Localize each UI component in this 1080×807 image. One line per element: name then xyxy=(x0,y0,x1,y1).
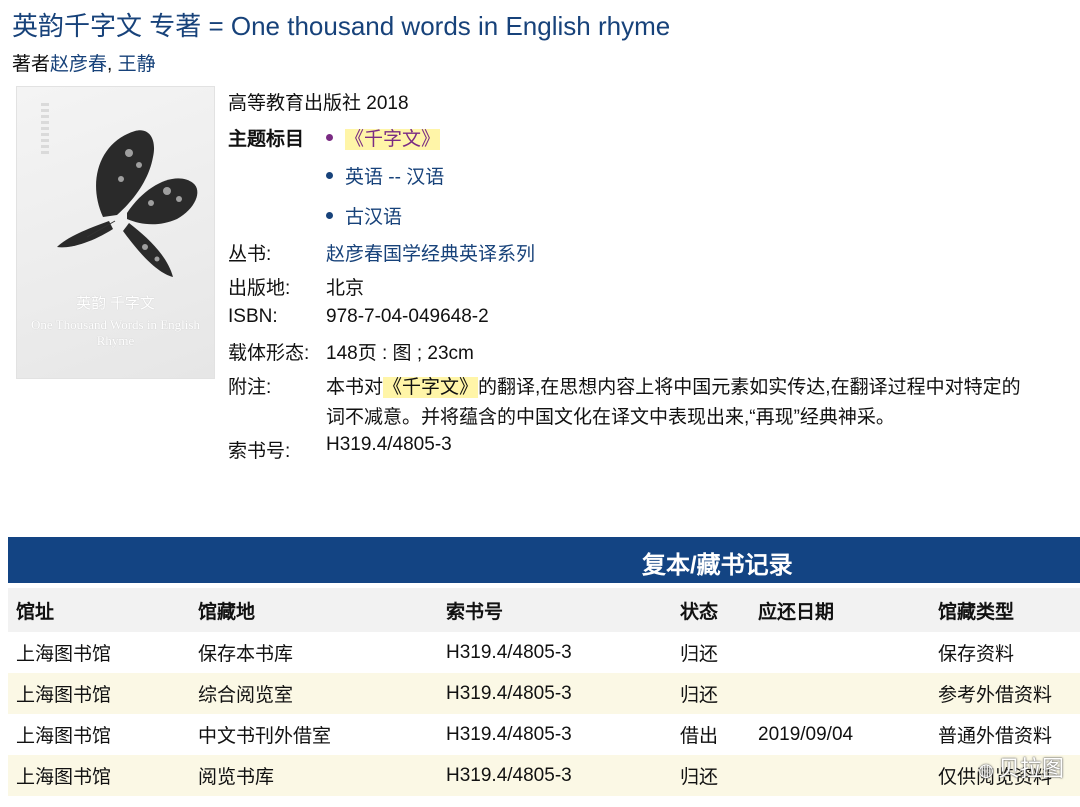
col-header-item-type: 馆藏类型 xyxy=(938,588,1080,632)
cell-due-date xyxy=(758,673,938,714)
publisher-line: 高等教育出版社 2018 xyxy=(228,93,409,114)
subject-link-qianziwen[interactable]: 《千字文》 xyxy=(345,129,441,150)
cell-item-type: 保存资料 xyxy=(938,632,1080,673)
col-header-call-number: 索书号 xyxy=(446,588,680,632)
cover-title: 英韵 千字文 xyxy=(76,296,155,312)
cover-subtitle: One Thousand Words in English Rhyme xyxy=(31,317,200,348)
subject-link-classical-chinese[interactable]: 古汉语 xyxy=(345,207,402,228)
table-row: 上海图书馆 阅览书库 H319.4/4805-3 归还 仅供阅览资料 xyxy=(8,755,1080,796)
series-link[interactable]: 赵彦春国学经典英译系列 xyxy=(326,239,535,266)
call-number-label: 索书号: xyxy=(228,441,291,462)
cell-item-type: 参考外借资料 xyxy=(938,673,1080,714)
chat-bubble-icon: ◍ xyxy=(978,760,994,780)
cell-library: 上海图书馆 xyxy=(8,714,198,755)
holdings-banner: 复本/藏书记录 xyxy=(8,537,1080,583)
authors-line: 著者赵彦春, 王静 xyxy=(12,49,156,76)
place-value: 北京 xyxy=(326,278,365,299)
author-link-2[interactable]: 王静 xyxy=(118,54,156,75)
subject-item-2: 英语 -- 汉语 xyxy=(326,162,444,189)
cell-due-date xyxy=(758,755,938,796)
cell-library: 上海图书馆 xyxy=(8,632,198,673)
isbn-value: 978-7-04-049648-2 xyxy=(326,306,489,327)
note-highlight: 《千字文》 xyxy=(383,377,479,398)
series-label: 丛书: xyxy=(228,244,272,265)
note-suffix: 的翻译,在思想内容上将中国元素如实传达,在翻译过程中对特定的 xyxy=(478,377,1021,398)
cell-status: 归还 xyxy=(680,755,758,796)
bullet-icon xyxy=(326,134,333,142)
cell-location: 综合阅览室 xyxy=(198,673,446,714)
butterfly-icon xyxy=(57,130,198,277)
cell-item-type: 普通外借资料 xyxy=(938,714,1080,755)
watermark: ◍ 贝拉图 xyxy=(978,751,1064,783)
cell-location: 保存本书库 xyxy=(198,632,446,673)
subject-item-3: 古汉语 xyxy=(326,202,402,229)
cell-due-date: 2019/09/04 xyxy=(758,714,938,755)
format-value: 148页 : 图 ; 23cm xyxy=(326,343,474,364)
cell-status: 借出 xyxy=(680,714,758,755)
author-link-1[interactable]: 赵彦春 xyxy=(50,54,107,75)
table-row: 上海图书馆 保存本书库 H319.4/4805-3 归还 保存资料 xyxy=(8,632,1080,673)
authors-separator: , xyxy=(107,54,118,75)
col-header-due-date: 应还日期 xyxy=(758,588,938,632)
cell-status: 归还 xyxy=(680,673,758,714)
watermark-text: 贝拉图 xyxy=(997,756,1064,781)
bullet-icon xyxy=(326,212,333,220)
cell-location: 中文书刊外借室 xyxy=(198,714,446,755)
col-header-status: 状态 xyxy=(680,588,758,632)
cell-call-number: H319.4/4805-3 xyxy=(446,755,680,796)
cell-due-date xyxy=(758,632,938,673)
table-row: 上海图书馆 综合阅览室 H319.4/4805-3 归还 参考外借资料 xyxy=(8,673,1080,714)
holdings-title: 复本/藏书记录 xyxy=(642,552,793,579)
isbn-label: ISBN: xyxy=(228,306,278,327)
authors-prefix: 著者 xyxy=(12,54,51,75)
note-label: 附注: xyxy=(228,377,272,398)
record-title: 英韵千字文 专著 = One thousand words in English… xyxy=(12,11,671,41)
book-cover-image[interactable]: 英韵 千字文 One Thousand Words in English Rhy… xyxy=(16,86,215,379)
col-header-library: 馆址 xyxy=(8,588,198,632)
format-label: 载体形态: xyxy=(228,343,310,364)
note-line-2: 词不减意。并将蕴含的中国文化在译文中表现出来,“再现”经典神采。 xyxy=(326,407,895,428)
cell-library: 上海图书馆 xyxy=(8,673,198,714)
table-row: 上海图书馆 中文书刊外借室 H319.4/4805-3 借出 2019/09/0… xyxy=(8,714,1080,755)
cell-call-number: H319.4/4805-3 xyxy=(446,632,680,673)
subjects-label: 主题标目 xyxy=(228,129,305,150)
place-label: 出版地: xyxy=(228,278,291,299)
col-header-location: 馆藏地 xyxy=(198,588,446,632)
note-prefix: 本书对 xyxy=(326,377,384,398)
holdings-table: 馆址 馆藏地 索书号 状态 应还日期 馆藏类型 上海图书馆 保存本书库 H319… xyxy=(8,588,1080,796)
call-number-value: H319.4/4805-3 xyxy=(326,434,452,455)
cell-status: 归还 xyxy=(680,632,758,673)
table-header-row: 馆址 馆藏地 索书号 状态 应还日期 馆藏类型 xyxy=(8,588,1080,632)
note-line-1: 本书对《千字文》的翻译,在思想内容上将中国元素如实传达,在翻译过程中对特定的 xyxy=(326,372,1021,399)
subject-item-1: 《千字文》 xyxy=(326,124,441,151)
cell-call-number: H319.4/4805-3 xyxy=(446,714,680,755)
subject-link-english-chinese[interactable]: 英语 -- 汉语 xyxy=(345,167,444,188)
cell-call-number: H319.4/4805-3 xyxy=(446,673,680,714)
bullet-icon xyxy=(326,172,333,180)
cell-location: 阅览书库 xyxy=(198,755,446,796)
cell-library: 上海图书馆 xyxy=(8,755,198,796)
